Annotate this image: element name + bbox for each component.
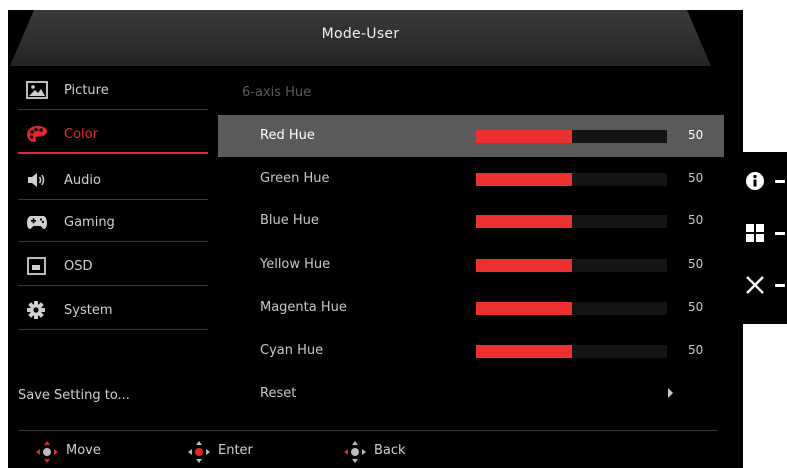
footer-divider [18,430,718,431]
row-label: Cyan Hue [260,343,324,358]
row-value: 50 [688,171,704,185]
sidebar-item-label: Color [64,127,98,142]
header-bar: Mode-User [10,10,711,66]
speaker-icon [28,173,45,187]
gamepad-icon [27,216,47,229]
row-value: 50 [688,300,704,314]
sidebar-item-osd[interactable]: OSD [18,246,208,286]
hotkey-close[interactable] [745,272,787,298]
row-label: Reset [260,386,297,401]
page-title: Mode-User [321,26,400,42]
sidebar-item-label: System [64,303,113,318]
close-icon [746,276,764,294]
sidebar-item-label: Gaming [64,215,115,230]
sidebar-item-gaming[interactable]: Gaming [18,202,208,242]
osd-window-icon [27,257,46,275]
caret-right-icon [668,388,673,398]
sidebar-item-label: OSD [64,259,93,274]
info-icon [746,172,764,190]
row-value: 50 [688,257,704,271]
sidebar-item-color[interactable]: Color [18,114,208,154]
setting-row-magenta-hue[interactable]: Magenta Hue 50 [218,287,724,329]
row-label: Green Hue [260,171,330,186]
picture-icon [26,81,48,99]
hotkey-menu[interactable] [745,220,787,246]
slider-fill [476,215,572,228]
hue-slider[interactable] [476,345,667,358]
setting-row-yellow-hue[interactable]: Yellow Hue 50 [218,244,724,286]
slider-fill [476,130,572,143]
hue-slider[interactable] [476,173,667,186]
hotkey-dash [775,180,785,183]
hotkey-dash [775,284,785,287]
hue-slider[interactable] [476,130,667,143]
section-title: 6-axis Hue [242,85,312,100]
row-label: Blue Hue [260,213,319,228]
setting-row-green-hue[interactable]: Green Hue 50 [218,158,724,200]
row-value: 50 [688,128,704,142]
hue-slider[interactable] [476,215,667,228]
sidebar-item-label: Picture [64,83,109,98]
gear-icon [27,301,45,319]
slider-fill [476,345,572,358]
hue-slider[interactable] [476,302,667,315]
footer-label: Move [66,443,101,458]
setting-row-reset[interactable]: Reset [218,373,724,415]
setting-row-blue-hue[interactable]: Blue Hue 50 [218,200,724,242]
setting-row-cyan-hue[interactable]: Cyan Hue 50 [218,330,724,372]
hue-slider[interactable] [476,259,667,272]
sidebar-item-label: Audio [64,173,101,188]
joystick-move-icon [36,441,58,463]
slider-fill [476,173,572,186]
row-label: Yellow Hue [260,257,331,272]
sidebar-item-audio[interactable]: Audio [18,160,208,200]
joystick-enter-icon [188,441,210,463]
row-label: Red Hue [260,128,315,143]
hotkey-dash [775,232,785,235]
joystick-back-icon [344,441,366,463]
sidebar-item-picture[interactable]: Picture [18,70,208,110]
row-value: 50 [688,213,704,227]
footer-label: Enter [218,443,253,458]
slider-fill [476,259,572,272]
row-value: 50 [688,343,704,357]
setting-row-red-hue[interactable]: Red Hue 50 [218,115,724,157]
hotkey-info[interactable] [745,168,787,194]
row-label: Magenta Hue [260,300,347,315]
palette-icon [27,126,47,142]
footer-label: Back [374,443,406,458]
hotkey-panel [735,152,787,324]
slider-fill [476,302,572,315]
menu-grid-icon [746,224,764,242]
save-setting-link[interactable]: Save Setting to... [18,388,130,403]
sidebar-item-system[interactable]: System [18,290,208,330]
